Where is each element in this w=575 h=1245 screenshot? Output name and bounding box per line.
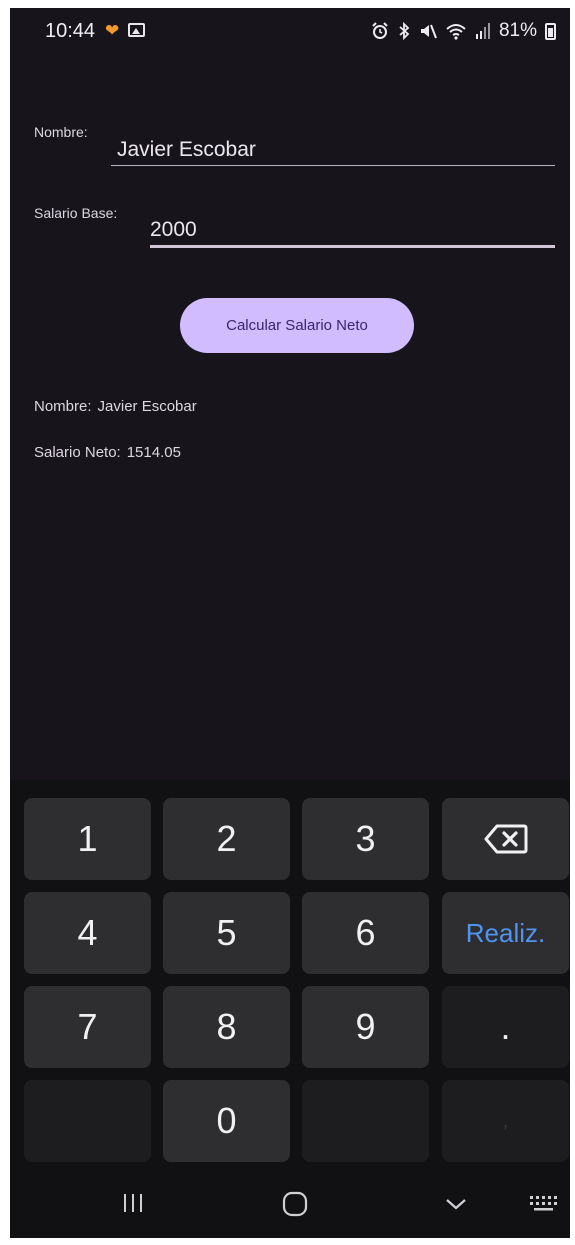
keyboard-switch-icon[interactable] — [528, 1193, 558, 1213]
salario-base-label: Salario Base: — [34, 205, 118, 221]
status-bar: 10:44 ❤ 81% — [10, 8, 570, 56]
calcular-salario-neto-button[interactable]: Calcular Salario Neto — [180, 298, 414, 353]
comma-key[interactable]: , — [442, 1080, 569, 1162]
numeric-keyboard: 1 2 3 4 5 6 Realiz. 7 8 9 . 0 , — [10, 780, 570, 1170]
done-key[interactable]: Realiz. — [442, 892, 569, 974]
wifi-icon — [446, 24, 466, 40]
navigation-bar — [10, 1170, 570, 1238]
key-1[interactable]: 1 — [24, 798, 151, 880]
status-time: 10:44 — [45, 20, 96, 42]
key-5[interactable]: 5 — [163, 892, 290, 974]
result-nombre-value: Javier Escobar — [97, 398, 197, 415]
result-neto-value: 1514.05 — [126, 444, 181, 461]
nombre-label: Nombre: — [34, 124, 88, 140]
key-2[interactable]: 2 — [163, 798, 290, 880]
status-icons: 81% — [371, 20, 556, 42]
key-9[interactable]: 9 — [302, 986, 429, 1068]
recent-apps-icon[interactable] — [122, 1192, 144, 1214]
phone-screen: 10:44 ❤ 81% Nombre: Javier Escobar Salar… — [10, 8, 570, 1238]
nombre-input-underline — [111, 165, 555, 166]
alarm-icon — [372, 22, 388, 39]
key-4[interactable]: 4 — [24, 892, 151, 974]
salario-base-input-underline — [150, 245, 555, 248]
backspace-icon — [484, 824, 527, 854]
key-0[interactable]: 0 — [163, 1080, 290, 1162]
empty-key-right — [302, 1080, 429, 1162]
dot-key[interactable]: . — [442, 986, 569, 1068]
backspace-key[interactable] — [442, 798, 569, 880]
signal-icon — [475, 23, 490, 39]
key-7[interactable]: 7 — [24, 986, 151, 1068]
home-icon[interactable] — [282, 1191, 308, 1217]
mute-icon — [420, 24, 437, 39]
result-nombre-label: Nombre: — [34, 398, 92, 415]
empty-key-left — [24, 1080, 151, 1162]
notification-heart-icon: ❤ — [105, 21, 120, 40]
result-nombre: Nombre: Javier Escobar — [34, 398, 197, 415]
key-6[interactable]: 6 — [302, 892, 429, 974]
battery-icon — [545, 22, 556, 40]
bluetooth-icon — [399, 22, 410, 40]
hide-keyboard-icon[interactable] — [444, 1196, 468, 1212]
nombre-input[interactable]: Javier Escobar — [117, 138, 256, 162]
salario-base-input[interactable]: 2000 — [150, 218, 197, 242]
result-salario-neto: Salario Neto: 1514.05 — [34, 444, 181, 461]
battery-percent: 81% — [498, 20, 537, 41]
gallery-icon — [128, 23, 145, 37]
result-neto-label: Salario Neto: — [34, 444, 121, 461]
key-3[interactable]: 3 — [302, 798, 429, 880]
key-8[interactable]: 8 — [163, 986, 290, 1068]
